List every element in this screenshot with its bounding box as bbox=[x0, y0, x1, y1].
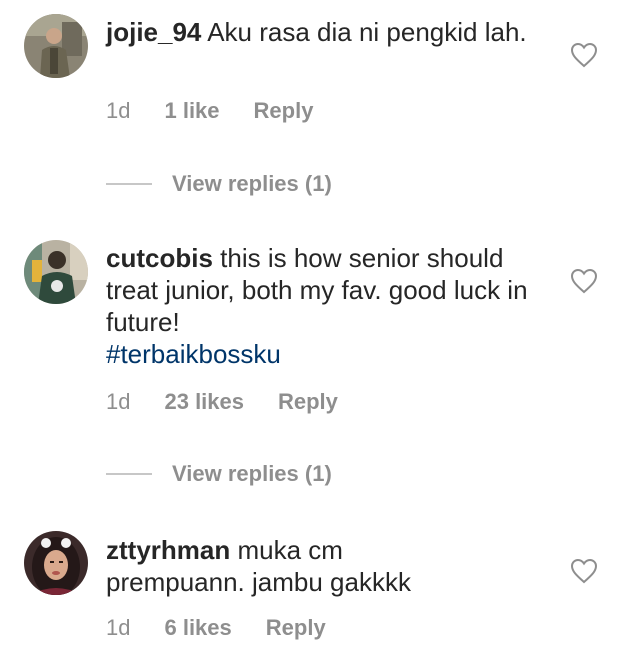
comment-time: 1d bbox=[106, 615, 131, 640]
view-replies-label: View replies (1) bbox=[172, 461, 332, 486]
comment-meta: 1d 6 likes Reply bbox=[106, 615, 326, 641]
comment-meta: 1d 23 likes Reply bbox=[106, 389, 338, 415]
view-replies-label: View replies (1) bbox=[172, 171, 332, 196]
avatar[interactable] bbox=[24, 531, 88, 595]
comment-time: 1d bbox=[106, 389, 131, 414]
view-replies-button[interactable]: View replies (1) bbox=[106, 171, 332, 197]
comment-text: zttyrhman muka cm prempuann. jambu gakkk… bbox=[106, 534, 466, 598]
comment-body: Aku rasa dia ni pengkid lah. bbox=[201, 17, 527, 47]
comment-likes[interactable]: 23 likes bbox=[164, 389, 244, 415]
comment-time: 1d bbox=[106, 98, 131, 123]
heart-icon[interactable] bbox=[570, 42, 598, 68]
avatar[interactable] bbox=[24, 14, 88, 78]
comment-username[interactable]: zttyrhman bbox=[106, 535, 230, 565]
comment-likes[interactable]: 1 like bbox=[164, 98, 219, 124]
heart-icon[interactable] bbox=[570, 558, 598, 584]
comment-likes[interactable]: 6 likes bbox=[164, 615, 231, 641]
hashtag-link[interactable]: #terbaikbossku bbox=[106, 339, 281, 369]
reply-button[interactable]: Reply bbox=[278, 389, 338, 415]
comment-text: cutcobis this is how senior should treat… bbox=[106, 242, 546, 370]
reply-button[interactable]: Reply bbox=[254, 98, 314, 124]
avatar[interactable] bbox=[24, 240, 88, 304]
view-replies-button[interactable]: View replies (1) bbox=[106, 461, 332, 487]
heart-icon[interactable] bbox=[570, 268, 598, 294]
divider-line bbox=[106, 473, 152, 475]
comment-text: jojie_94 Aku rasa dia ni pengkid lah. bbox=[106, 16, 546, 48]
comment-username[interactable]: cutcobis bbox=[106, 243, 213, 273]
comment-meta: 1d 1 like Reply bbox=[106, 98, 313, 124]
comment-username[interactable]: jojie_94 bbox=[106, 17, 201, 47]
divider-line bbox=[106, 183, 152, 185]
reply-button[interactable]: Reply bbox=[266, 615, 326, 641]
